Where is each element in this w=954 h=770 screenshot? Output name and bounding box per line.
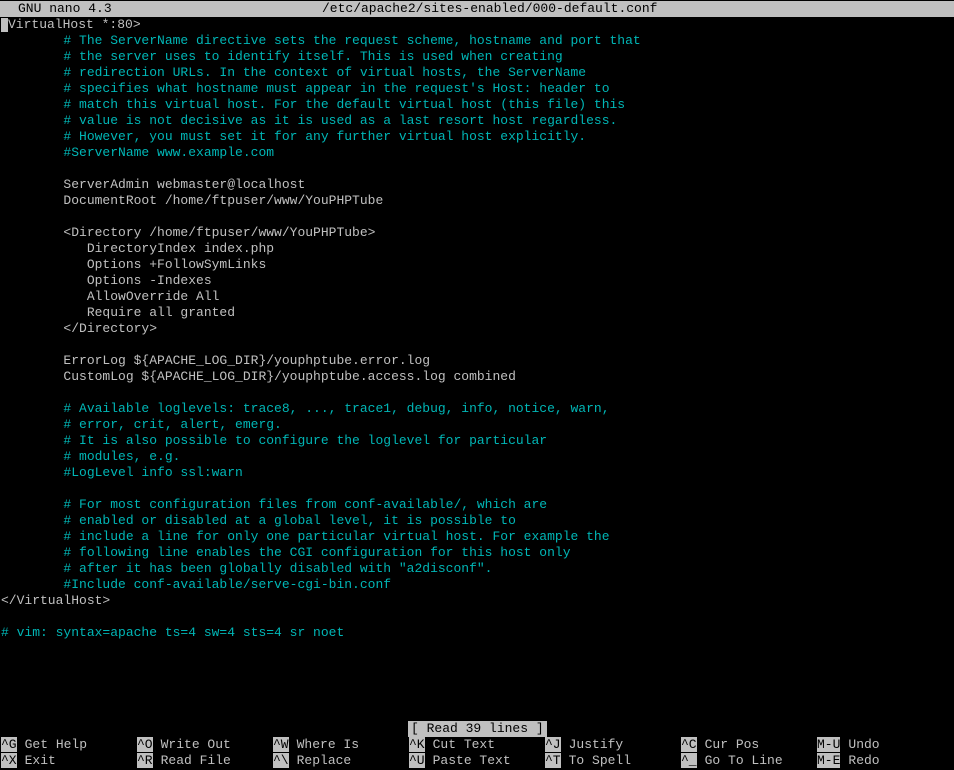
editor-line[interactable]: #LogLevel info ssl:warn — [1, 465, 953, 481]
editor-line[interactable]: #Include conf-available/serve-cgi-bin.co… — [1, 577, 953, 593]
shortcut-label: Replace — [296, 753, 352, 768]
editor-line[interactable] — [1, 385, 953, 401]
shortcut-label: Exit — [24, 753, 56, 768]
status-message: [ Read 39 lines ] — [408, 721, 547, 737]
editor-line[interactable]: Options +FollowSymLinks — [1, 257, 953, 273]
shortcut-label: Justify — [568, 737, 624, 752]
shortcut-key: ^W — [273, 737, 289, 752]
editor-line[interactable]: # vim: syntax=apache ts=4 sw=4 sts=4 sr … — [1, 625, 953, 641]
shortcut-where-is[interactable]: ^W Where Is — [273, 737, 359, 753]
shortcut-key: ^G — [1, 737, 17, 752]
editor-line[interactable]: AllowOverride All — [1, 289, 953, 305]
editor-line[interactable]: Options -Indexes — [1, 273, 953, 289]
editor-line[interactable]: # redirection URLs. In the context of vi… — [1, 65, 953, 81]
shortcut-label: Go To Line — [704, 753, 783, 768]
editor-line[interactable]: # following line enables the CGI configu… — [1, 545, 953, 561]
shortcut-exit[interactable]: ^X Exit — [1, 753, 56, 769]
editor-line[interactable] — [1, 209, 953, 225]
shortcut-redo[interactable]: M-E Redo — [817, 753, 880, 769]
shortcut-key: M-U — [817, 737, 841, 752]
shortcut-label: Cur Pos — [704, 737, 760, 752]
shortcut-label: To Spell — [568, 753, 632, 768]
editor-line[interactable]: # value is not decisive as it is used as… — [1, 113, 953, 129]
shortcut-label: Undo — [848, 737, 880, 752]
editor-line[interactable]: ErrorLog ${APACHE_LOG_DIR}/youphptube.er… — [1, 353, 953, 369]
shortcut-cur-pos[interactable]: ^C Cur Pos — [681, 737, 759, 753]
editor-line[interactable]: # Available loglevels: trace8, ..., trac… — [1, 401, 953, 417]
shortcut-key: ^K — [409, 737, 425, 752]
text-cursor — [1, 17, 8, 32]
editor-line[interactable]: # the server uses to identify itself. Th… — [1, 49, 953, 65]
shortcut-cut-text[interactable]: ^K Cut Text — [409, 737, 495, 753]
editor-line[interactable] — [1, 161, 953, 177]
editor-line[interactable]: # For most configuration files from conf… — [1, 497, 953, 513]
shortcut-label: Get Help — [24, 737, 88, 752]
editor-line[interactable]: # include a line for only one particular… — [1, 529, 953, 545]
shortcut-label: Read File — [160, 753, 231, 768]
editor-lines[interactable]: # The ServerName directive sets the requ… — [1, 33, 953, 641]
editor-line-first[interactable]: VirtualHost *:80> — [1, 17, 953, 33]
editor-line[interactable]: ServerAdmin webmaster@localhost — [1, 177, 953, 193]
editor-line[interactable] — [1, 609, 953, 625]
editor-line[interactable]: Require all granted — [1, 305, 953, 321]
terminal-window[interactable]: GNU nano 4.3 /etc/apache2/sites-enabled/… — [0, 0, 954, 770]
nano-title-bar: GNU nano 4.3 /etc/apache2/sites-enabled/… — [0, 1, 954, 17]
editor-line[interactable]: DirectoryIndex index.php — [1, 241, 953, 257]
editor-line[interactable]: CustomLog ${APACHE_LOG_DIR}/youphptube.a… — [1, 369, 953, 385]
shortcut-key: ^_ — [681, 753, 697, 768]
editor-line[interactable]: </Directory> — [1, 321, 953, 337]
shortcut-to-spell[interactable]: ^T To Spell — [545, 753, 631, 769]
editor-line[interactable]: #ServerName www.example.com — [1, 145, 953, 161]
shortcut-key: ^C — [681, 737, 697, 752]
editor-line[interactable]: # specifies what hostname must appear in… — [1, 81, 953, 97]
shortcut-key: ^X — [1, 753, 17, 768]
editor-line[interactable]: # It is also possible to configure the l… — [1, 433, 953, 449]
editor-line[interactable]: # The ServerName directive sets the requ… — [1, 33, 953, 49]
shortcut-key: ^J — [545, 737, 561, 752]
editor-line[interactable]: # However, you must set it for any furth… — [1, 129, 953, 145]
shortcut-key: ^U — [409, 753, 425, 768]
shortcut-replace[interactable]: ^\ Replace — [273, 753, 351, 769]
shortcut-get-help[interactable]: ^G Get Help — [1, 737, 87, 753]
shortcut-label: Redo — [848, 753, 880, 768]
editor-line[interactable]: # modules, e.g. — [1, 449, 953, 465]
shortcut-key: ^T — [545, 753, 561, 768]
shortcut-paste-text[interactable]: ^U Paste Text — [409, 753, 511, 769]
text-editor-area[interactable]: VirtualHost *:80> # The ServerName direc… — [1, 17, 953, 641]
shortcut-undo[interactable]: M-U Undo — [817, 737, 880, 753]
editor-line[interactable]: <Directory /home/ftpuser/www/YouPHPTube> — [1, 225, 953, 241]
shortcut-label: Write Out — [160, 737, 231, 752]
shortcut-label: Cut Text — [432, 737, 496, 752]
shortcut-read-file[interactable]: ^R Read File — [137, 753, 231, 769]
shortcut-key: ^O — [137, 737, 153, 752]
shortcut-go-to-line[interactable]: ^_ Go To Line — [681, 753, 783, 769]
editor-line[interactable]: </VirtualHost> — [1, 593, 953, 609]
editor-line[interactable]: # enabled or disabled at a global level,… — [1, 513, 953, 529]
shortcut-label: Paste Text — [432, 753, 511, 768]
shortcut-key: ^R — [137, 753, 153, 768]
first-line-text: VirtualHost *:80> — [8, 17, 141, 32]
editor-line[interactable] — [1, 481, 953, 497]
shortcut-write-out[interactable]: ^O Write Out — [137, 737, 231, 753]
shortcut-key: ^\ — [273, 753, 289, 768]
editor-line[interactable]: DocumentRoot /home/ftpuser/www/YouPHPTub… — [1, 193, 953, 209]
editor-line[interactable]: # match this virtual host. For the defau… — [1, 97, 953, 113]
file-path: /etc/apache2/sites-enabled/000-default.c… — [322, 1, 658, 16]
editor-line[interactable]: # error, crit, alert, emerg. — [1, 417, 953, 433]
editor-line[interactable]: # after it has been globally disabled wi… — [1, 561, 953, 577]
app-name: GNU nano 4.3 — [18, 1, 112, 16]
editor-line[interactable] — [1, 337, 953, 353]
shortcut-label: Where Is — [296, 737, 360, 752]
shortcut-key: M-E — [817, 753, 841, 768]
shortcut-justify[interactable]: ^J Justify — [545, 737, 623, 753]
